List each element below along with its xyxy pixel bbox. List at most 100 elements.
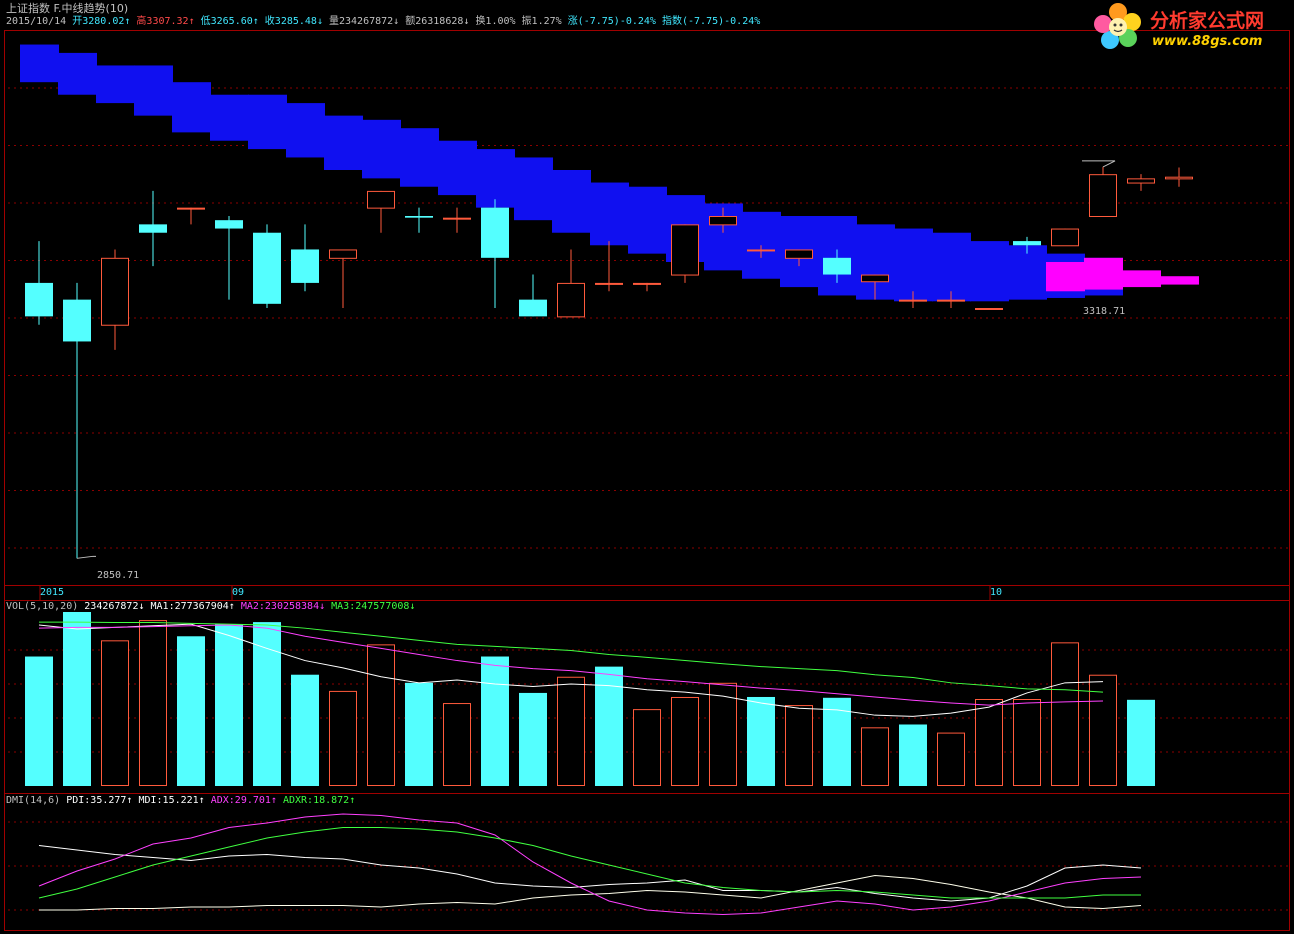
candle xyxy=(519,274,547,317)
volume-bar-up xyxy=(557,676,585,787)
flower-logo-icon xyxy=(1094,3,1141,49)
volume-bar-up xyxy=(1013,699,1041,786)
volume-bar-up xyxy=(709,682,737,787)
volume-bar-down xyxy=(215,624,243,786)
candle xyxy=(975,308,1003,310)
trend-band-step xyxy=(514,157,553,221)
volume-bar-down xyxy=(519,692,547,786)
volume-bar-up xyxy=(443,703,471,786)
trend-band-step xyxy=(324,115,363,170)
trend-band-step xyxy=(894,228,933,302)
candle-body-down xyxy=(481,207,509,258)
candle-body-up xyxy=(633,282,661,285)
dmi-legend: DMI(14,6) PDI:35.277↑ MDI:15.221↑ ADX:29… xyxy=(6,795,355,807)
candle-body-up xyxy=(1165,176,1193,180)
candle-body-up xyxy=(671,224,699,276)
candle-body-up xyxy=(975,308,1003,310)
high-price-label: 3318.71 xyxy=(1083,306,1126,317)
candle-body-up xyxy=(785,249,813,259)
candle-body-up xyxy=(557,282,585,318)
dmi-lines xyxy=(38,813,1142,916)
candle-body-up xyxy=(367,190,395,209)
volume-bar-down xyxy=(481,656,509,786)
volume-bar-down xyxy=(25,656,53,786)
dmi-pdi-line xyxy=(38,845,1142,902)
legend-item: 低3265.60↑ xyxy=(200,16,265,27)
candle xyxy=(1165,167,1193,187)
legend-item: MDI:15.221↑ xyxy=(138,795,211,806)
volume-bar-up xyxy=(937,732,965,787)
legend-item: 指数(-7.75)-0.24% xyxy=(661,16,761,27)
legend-item: 额26318628↓ xyxy=(405,16,476,27)
candle xyxy=(367,190,395,233)
candle xyxy=(671,224,699,283)
candle xyxy=(329,249,357,308)
candle-body-up xyxy=(937,299,965,302)
candle-body-up xyxy=(443,217,471,220)
candle xyxy=(481,199,509,308)
candle xyxy=(253,224,281,308)
trend-band-step-magenta xyxy=(1122,270,1161,288)
volume-bar-up xyxy=(861,727,889,786)
trend-band-step xyxy=(970,241,1009,302)
volume-bar-down xyxy=(405,682,433,786)
legend-item: 高3307.32↑ xyxy=(136,16,201,27)
legend-item: 234267872↓ xyxy=(84,601,151,612)
volume-bar-up xyxy=(633,709,661,786)
trend-band-step xyxy=(210,94,249,141)
legend-item: 收3285.48↓ xyxy=(264,16,329,27)
low-price-label: 2850.71 xyxy=(97,570,140,581)
legend-item: DMI(14,6) xyxy=(6,795,67,806)
candle-body-up xyxy=(709,216,737,226)
volume-bar-up xyxy=(785,705,813,786)
low-price-pointer xyxy=(76,555,96,559)
volume-bar-up xyxy=(367,644,395,786)
candle-body-up xyxy=(177,207,205,210)
candle-body-down xyxy=(291,249,319,283)
trend-band-step xyxy=(400,128,439,187)
candle xyxy=(291,224,319,292)
trend-band-step xyxy=(362,119,401,179)
candle-body-down xyxy=(215,220,243,229)
logo-url[interactable]: www.88gs.com xyxy=(1152,34,1262,49)
candle xyxy=(633,282,661,292)
volume-bar-down xyxy=(291,674,319,786)
trend-band-step xyxy=(438,140,477,196)
trend-band-step xyxy=(248,94,287,150)
candle-body-up xyxy=(101,257,129,326)
candle-body-down xyxy=(1013,241,1041,246)
candle-body-up xyxy=(1051,228,1079,247)
chart-title: 上证指数 F.中线趋势(10) xyxy=(6,2,129,15)
dmi-mdi-line xyxy=(39,874,1142,911)
candle xyxy=(139,190,167,267)
volume-bar-down xyxy=(1127,699,1155,786)
trend-band-step-magenta xyxy=(1046,262,1085,292)
trend-band-step xyxy=(286,103,325,158)
trend-band-step xyxy=(172,82,211,133)
candle-body-down xyxy=(823,257,851,275)
volume-bars[interactable] xyxy=(25,612,1155,787)
site-logo: 分析家公式网 www.88gs.com xyxy=(1092,2,1292,54)
trend-band-step xyxy=(20,44,59,83)
dmi-adxr-line xyxy=(38,827,1141,899)
candle xyxy=(215,216,243,300)
high-price-pointer xyxy=(1082,160,1116,168)
volume-bar-up xyxy=(1051,642,1079,786)
volume-bar-up xyxy=(101,640,129,786)
xaxis-label-2015: 2015 xyxy=(40,587,65,598)
volume-bar-down xyxy=(63,612,91,786)
trend-band-step-magenta xyxy=(1084,257,1123,290)
legend-item: MA1:277367904↑ xyxy=(150,601,241,612)
xaxis-label-10: 10 xyxy=(990,587,1003,598)
legend-item: ADX:29.701↑ xyxy=(210,795,283,806)
candle-body-down xyxy=(519,299,547,317)
legend-item: MA3:247577008↓ xyxy=(331,601,416,612)
volume-bar-down xyxy=(595,666,623,786)
candle-body-up xyxy=(595,282,623,285)
candle-body-down xyxy=(63,299,91,342)
legend-item: ADXR:18.872↑ xyxy=(282,795,356,806)
candle xyxy=(405,207,433,233)
candle-body-up xyxy=(899,299,927,302)
legend-item: 量234267872↓ xyxy=(328,16,406,27)
trend-band-step xyxy=(628,186,667,254)
